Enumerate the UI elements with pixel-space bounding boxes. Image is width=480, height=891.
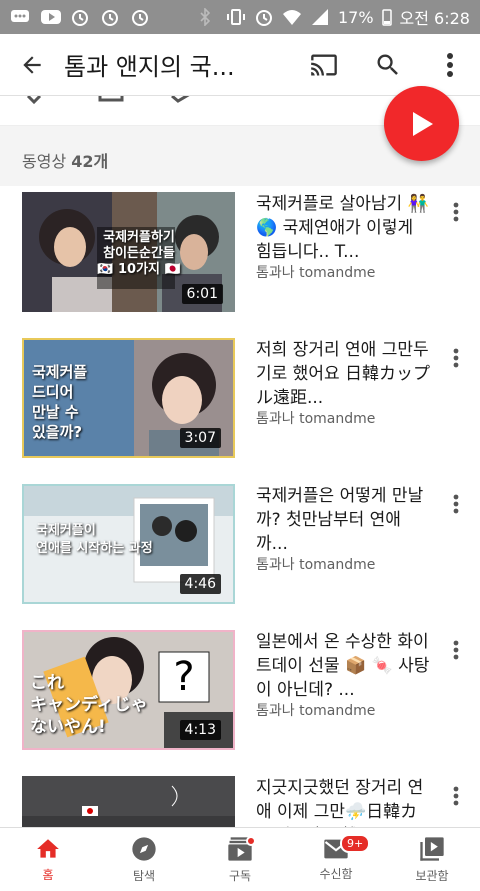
video-thumbnail[interactable]: 국제커플 드디어 만날 수 있을까? 3:07 bbox=[22, 338, 235, 458]
search-button[interactable] bbox=[356, 34, 420, 96]
home-icon bbox=[37, 839, 59, 858]
video-duration: 4:13 bbox=[179, 720, 221, 740]
cast-icon bbox=[311, 54, 337, 75]
play-icon bbox=[412, 111, 433, 136]
video-duration: 3:07 bbox=[179, 428, 221, 448]
thumbnail-caption: これ キャンディじゃ ないやん! bbox=[30, 673, 148, 737]
more-vert-icon bbox=[453, 494, 459, 514]
video-title[interactable]: 국제커플로 살아남기 👫🌎 국제연애가 이렇게 힘듭니다.. T... bbox=[256, 192, 431, 264]
vibrate-icon bbox=[226, 8, 246, 26]
new-content-dot bbox=[246, 836, 256, 846]
video-channel[interactable]: 톰과나 tomandme bbox=[256, 554, 375, 574]
nav-label: 보관함 bbox=[415, 869, 449, 883]
video-thumbnail[interactable]: 국제커플하기 참이든순간들 🇰🇷 10가지 🇯🇵 6:01 bbox=[22, 192, 235, 312]
video-item[interactable]: ? これ キャンディじゃ ないやん! 4:13 일본에서 온 수상한 화이트데이… bbox=[0, 624, 480, 768]
back-arrow-icon bbox=[23, 55, 41, 74]
youtube-notification-icon bbox=[40, 8, 61, 26]
library-icon bbox=[420, 837, 444, 861]
video-item[interactable]: 국제커플이 연애를 시작하는 과정 4:46 국제커플은 어떻게 만날까? 첫만… bbox=[0, 478, 480, 622]
bluetooth-icon bbox=[198, 7, 218, 27]
nav-explore[interactable]: 탐색 bbox=[96, 828, 192, 891]
thumbnail-caption: 국제커플이 연애를 시작하는 과정 bbox=[36, 523, 153, 556]
app-bar: 톰과 앤지의 국... bbox=[0, 34, 480, 96]
video-channel[interactable]: 톰과나 tomandme bbox=[256, 262, 375, 282]
more-vert-icon bbox=[453, 348, 459, 368]
more-vert-icon bbox=[447, 52, 453, 77]
video-thumbnail[interactable]: ? これ キャンディじゃ ないやん! 4:13 bbox=[22, 630, 235, 750]
cast-button[interactable] bbox=[292, 34, 356, 96]
notification-badge: 9+ bbox=[340, 834, 371, 853]
video-duration: 6:01 bbox=[181, 284, 223, 304]
play-all-button[interactable] bbox=[384, 86, 459, 161]
video-item[interactable]: 국제커플하기 참이든순간들 🇰🇷 10가지 🇯🇵 6:01 국제커플로 살아남기… bbox=[0, 186, 480, 330]
bottom-navigation: 홈 탐색 구독 9+ 수신함 보관함 bbox=[0, 827, 480, 891]
nav-label: 구독 bbox=[228, 869, 252, 883]
video-title[interactable]: 저희 장거리 연애 그만두기로 했어요 日韓カップル遠距... bbox=[256, 338, 431, 410]
explore-icon bbox=[132, 837, 156, 861]
video-thumbnail[interactable] bbox=[22, 776, 235, 827]
video-list: 국제커플하기 참이든순간들 🇰🇷 10가지 🇯🇵 6:01 국제커플로 살아남기… bbox=[0, 186, 480, 827]
alarm-icon bbox=[130, 8, 150, 26]
video-duration: 4:46 bbox=[179, 574, 221, 594]
search-icon bbox=[377, 54, 398, 75]
more-vert-icon bbox=[453, 640, 459, 660]
video-more-button[interactable] bbox=[446, 346, 466, 370]
more-vert-icon bbox=[453, 202, 459, 222]
nav-home[interactable]: 홈 bbox=[0, 828, 96, 891]
nav-label: 홈 bbox=[42, 868, 54, 882]
nav-inbox[interactable]: 9+ 수신함 bbox=[288, 828, 384, 891]
nav-label: 탐색 bbox=[132, 869, 156, 883]
battery-percent: 17% bbox=[337, 7, 374, 27]
video-item[interactable]: 국제커플 드디어 만날 수 있을까? 3:07 저희 장거리 연애 그만두기로 … bbox=[0, 332, 480, 476]
video-more-button[interactable] bbox=[446, 784, 466, 808]
back-button[interactable] bbox=[0, 34, 64, 96]
alarm-icon bbox=[70, 8, 90, 26]
video-item[interactable]: 지긋지긋했던 장거리 연애 이제 그만⛈️日韓カップル遠距離... bbox=[0, 770, 480, 827]
video-count: 동영상 42개 bbox=[22, 148, 108, 172]
status-bar: 17% 오전 6:28 bbox=[0, 0, 480, 34]
battery-icon bbox=[381, 8, 392, 26]
signal-icon bbox=[310, 8, 330, 26]
nav-library[interactable]: 보관함 bbox=[384, 828, 480, 891]
page-title: 톰과 앤지의 국... bbox=[64, 53, 235, 81]
video-more-button[interactable] bbox=[446, 638, 466, 662]
more-vert-icon bbox=[453, 786, 459, 806]
alarm-icon bbox=[254, 8, 274, 26]
alarm-icon bbox=[100, 8, 120, 26]
nav-subscriptions[interactable]: 구독 bbox=[192, 828, 288, 891]
svg-text:?: ? bbox=[173, 654, 194, 700]
video-more-button[interactable] bbox=[446, 200, 466, 224]
video-count-value: 42개 bbox=[71, 152, 109, 171]
video-count-label: 동영상 bbox=[22, 152, 67, 171]
video-title[interactable]: 국제커플은 어떻게 만날까? 첫만남부터 연애까... bbox=[256, 484, 431, 556]
video-channel[interactable]: 톰과나 tomandme bbox=[256, 700, 375, 720]
video-more-button[interactable] bbox=[446, 492, 466, 516]
wifi-icon bbox=[282, 8, 302, 26]
chat-icon bbox=[10, 8, 30, 26]
video-title[interactable]: 일본에서 온 수상한 화이트데이 선물 📦 🍬 사탕이 아닌데? ... bbox=[256, 630, 431, 702]
nav-label: 수신함 bbox=[319, 867, 353, 881]
clock: 오전 6:28 bbox=[399, 9, 470, 28]
video-title[interactable]: 지긋지긋했던 장거리 연애 이제 그만⛈️日韓カップル遠距離... bbox=[256, 776, 431, 827]
thumbnail-caption: 국제커플하기 참이든순간들 🇰🇷 10가지 🇯🇵 bbox=[97, 230, 181, 277]
thumbnail-caption: 국제커플 드디어 만날 수 있을까? bbox=[32, 363, 88, 441]
video-channel[interactable]: 톰과나 tomandme bbox=[256, 408, 375, 428]
video-thumbnail[interactable]: 국제커플이 연애를 시작하는 과정 4:46 bbox=[22, 484, 235, 604]
